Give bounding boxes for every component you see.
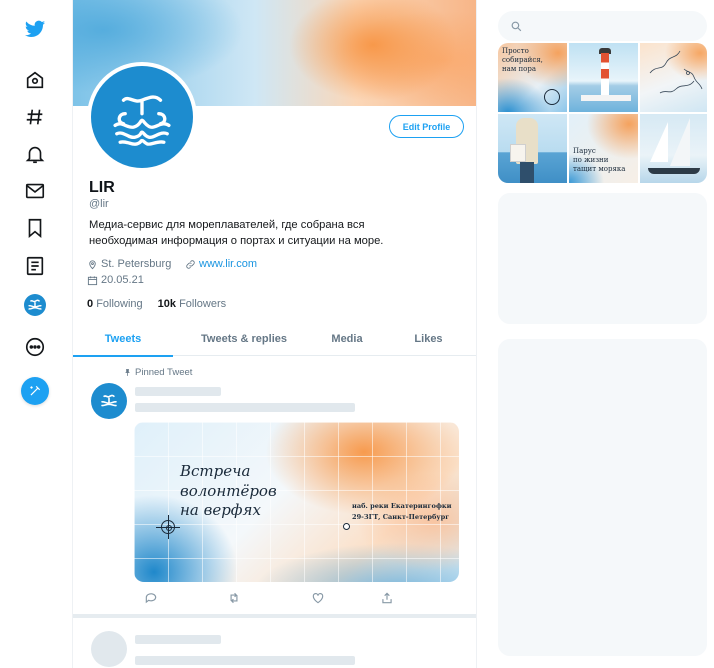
media-caption-line: собирайся,: [502, 56, 543, 64]
media-caption-line: нам пора: [502, 65, 537, 73]
tab-likes[interactable]: Likes: [379, 322, 476, 356]
loading-text-placeholder: [135, 656, 355, 665]
tab-media[interactable]: Media: [315, 322, 379, 356]
more-circle-icon[interactable]: [20, 332, 50, 362]
tweet-separator: [73, 614, 476, 618]
edit-profile-button[interactable]: Edit Profile: [389, 115, 464, 138]
media-thumbnail-map[interactable]: [640, 43, 707, 112]
globe-icon: [544, 89, 560, 105]
tweet-author-placeholder: [135, 387, 221, 396]
calendar-icon: [87, 275, 98, 285]
media-thumbnail[interactable]: Просто собирайся, нам пора: [498, 43, 567, 112]
profile-location: St. Petersburg: [87, 258, 171, 270]
sidebar-placeholder-panel: [498, 193, 707, 324]
card-title-line: Встреча: [180, 462, 251, 480]
share-icon[interactable]: [380, 591, 394, 605]
sail: [650, 122, 668, 162]
tweet-media-card[interactable]: Встреча волонтёров на верфях наб. реки Е…: [134, 422, 459, 582]
location-text: St. Petersburg: [101, 258, 172, 270]
media-caption-line: Просто: [502, 47, 529, 55]
tweet-author-avatar[interactable]: [91, 383, 127, 419]
profile-tabs: Tweets Tweets & replies Media Likes: [73, 322, 476, 357]
loading-author-placeholder: [135, 635, 221, 644]
lists-icon[interactable]: [20, 251, 50, 281]
like-heart-icon[interactable]: [311, 591, 325, 605]
search-box[interactable]: [498, 11, 707, 41]
bookmarks-icon[interactable]: [20, 213, 50, 243]
followers-link[interactable]: 10k Followers: [158, 298, 227, 310]
tweet-text-placeholder: [135, 403, 355, 412]
sail: [670, 118, 690, 166]
loading-avatar-placeholder: [91, 631, 127, 667]
media-caption-line: Парус: [573, 147, 596, 155]
map-outline-icon: [649, 50, 703, 94]
followers-label: Followers: [179, 298, 227, 310]
home-icon[interactable]: [20, 65, 50, 95]
tab-tweets[interactable]: Tweets: [73, 322, 173, 357]
pin-icon: [125, 369, 130, 376]
media-caption-line: по жизни: [573, 156, 609, 164]
notifications-bell-icon[interactable]: [20, 139, 50, 169]
profile-name: LIR: [89, 179, 115, 196]
following-label: Following: [96, 298, 143, 310]
profile-column: Edit Profile LIR @lir Медиа-сервис для м…: [72, 0, 477, 668]
compose-tweet-button[interactable]: [21, 377, 49, 405]
join-date-text: 20.05.21: [101, 274, 144, 286]
following-count: 0: [87, 298, 94, 310]
profile-media-grid: Просто собирайся, нам пора Парус по жизн…: [498, 43, 707, 183]
person-legs: [520, 162, 534, 183]
profile-handle: @lir: [89, 198, 109, 210]
card-address-line: наб. реки Екатерингофки: [352, 502, 452, 510]
card-title-line: на верфях: [180, 501, 261, 519]
twitter-logo-icon[interactable]: [20, 14, 50, 44]
left-nav: [0, 0, 72, 668]
card-title: Встреча волонтёров на верфях: [180, 462, 320, 521]
tote-bag: [510, 144, 526, 162]
pinned-label: Pinned Tweet: [123, 367, 192, 378]
media-thumbnail-sailboat[interactable]: [640, 114, 707, 183]
website-text[interactable]: www.lir.com: [199, 258, 257, 270]
card-address-line: 29-ЗГТ, Санкт-Петербург: [352, 513, 450, 521]
location-pin-icon: [89, 259, 96, 269]
followers-count: 10k: [157, 298, 177, 310]
sidebar-placeholder-panel: [498, 339, 707, 656]
bio-line: Медиа-сервис для мореплавателей, где соб…: [89, 219, 365, 231]
search-icon: [511, 21, 522, 31]
boat-hull: [648, 168, 700, 174]
profile-join-date: 20.05.21: [87, 274, 144, 286]
tab-tweets-replies[interactable]: Tweets & replies: [173, 322, 315, 356]
profile-avatar-icon[interactable]: [20, 290, 50, 320]
media-caption-line: тащит моряка: [573, 165, 626, 173]
media-caption: Парус по жизни тащит моряка: [573, 147, 625, 174]
card-title-line: волонтёров: [180, 481, 277, 500]
messages-envelope-icon[interactable]: [20, 176, 50, 206]
media-thumbnail-lighthouse[interactable]: [569, 43, 638, 112]
following-link[interactable]: 0 Following: [87, 298, 143, 310]
tweet-actions: [73, 591, 476, 605]
search-input[interactable]: [529, 20, 689, 32]
pinned-text: Pinned Tweet: [135, 367, 193, 378]
follow-stats: 0 Following 10k Followers: [87, 298, 241, 310]
lighthouse-tower: [601, 53, 609, 97]
media-thumbnail-tote-bag[interactable]: [498, 114, 567, 183]
explore-hashtag-icon[interactable]: [20, 102, 50, 132]
location-dot-icon: [343, 523, 350, 530]
retweet-icon[interactable]: [227, 591, 241, 605]
card-address: наб. реки Екатерингофки 29-ЗГТ, Санкт-Пе…: [352, 501, 452, 523]
bio-line: необходимая информация о портах и ситуац…: [89, 235, 384, 247]
profile-bio: Медиа-сервис для мореплавателей, где соб…: [89, 217, 449, 249]
link-icon: [186, 259, 195, 269]
media-thumbnail[interactable]: Парус по жизни тащит моряка: [569, 114, 638, 183]
lighthouse-base: [581, 95, 631, 101]
reply-icon[interactable]: [144, 591, 158, 605]
profile-avatar[interactable]: [87, 62, 197, 172]
profile-website-link[interactable]: www.lir.com: [185, 258, 257, 270]
media-caption: Просто собирайся, нам пора: [502, 47, 543, 74]
crosshair-target-icon: [161, 520, 175, 534]
